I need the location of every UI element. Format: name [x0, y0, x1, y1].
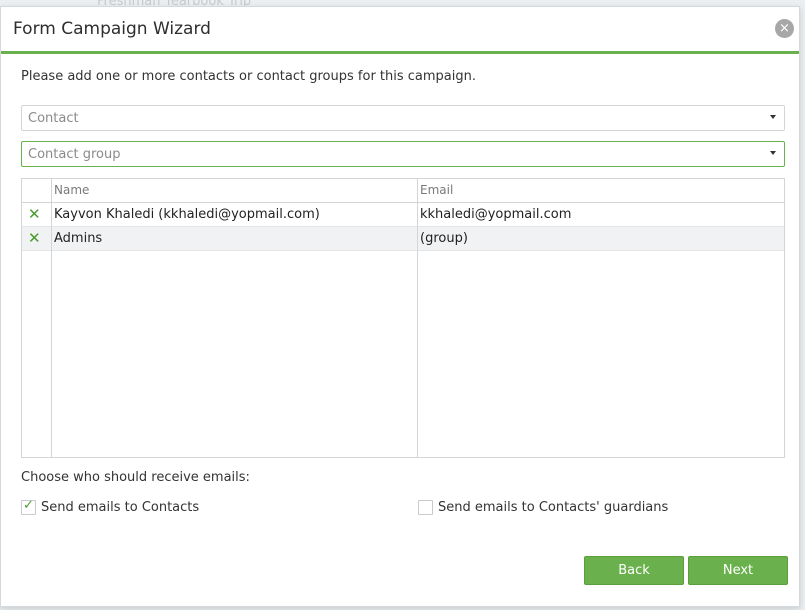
row-email: (group) — [420, 231, 468, 246]
dialog-header: Form Campaign Wizard × — [1, 7, 799, 54]
column-divider — [51, 179, 52, 457]
back-button[interactable]: Back — [584, 556, 684, 585]
send-contacts-label[interactable]: Send emails to Contacts — [41, 500, 199, 515]
send-contacts-checkbox[interactable]: ✓ — [21, 498, 36, 515]
table-row[interactable]: ✕ Admins (group) — [22, 227, 784, 251]
form-campaign-wizard-dialog: Form Campaign Wizard × Please add one or… — [0, 6, 800, 607]
intro-text: Please add one or more contacts or conta… — [21, 69, 476, 84]
chevron-down-icon[interactable] — [770, 151, 776, 155]
contact-group-placeholder: Contact group — [28, 147, 121, 162]
send-guardians-checkbox[interactable] — [418, 500, 433, 515]
close-icon[interactable]: × — [775, 19, 794, 38]
contact-group-combobox[interactable]: Contact group — [21, 141, 785, 167]
check-icon: ✓ — [23, 498, 34, 513]
table-row[interactable]: ✕ Kayvon Khaledi (kkhaledi@yopmail.com) … — [22, 203, 784, 227]
next-button[interactable]: Next — [688, 556, 788, 585]
remove-icon[interactable]: ✕ — [28, 229, 41, 247]
contacts-grid: Name Email ✕ Kayvon Khaledi (kkhaledi@yo… — [21, 178, 785, 458]
contact-placeholder: Contact — [28, 111, 79, 126]
dialog-title: Form Campaign Wizard — [13, 19, 211, 39]
recipients-label: Choose who should receive emails: — [21, 470, 250, 485]
remove-icon[interactable]: ✕ — [28, 205, 41, 223]
contact-combobox[interactable]: Contact — [21, 105, 785, 131]
send-guardians-label[interactable]: Send emails to Contacts' guardians — [438, 500, 668, 515]
chevron-down-icon[interactable] — [770, 115, 776, 119]
grid-header: Name Email — [22, 179, 784, 203]
column-header-name[interactable]: Name — [54, 183, 89, 197]
column-header-email[interactable]: Email — [420, 183, 453, 197]
row-name: Kayvon Khaledi (kkhaledi@yopmail.com) — [54, 207, 320, 222]
column-divider — [417, 179, 418, 457]
row-email: kkhaledi@yopmail.com — [420, 207, 572, 222]
row-name: Admins — [54, 231, 103, 246]
